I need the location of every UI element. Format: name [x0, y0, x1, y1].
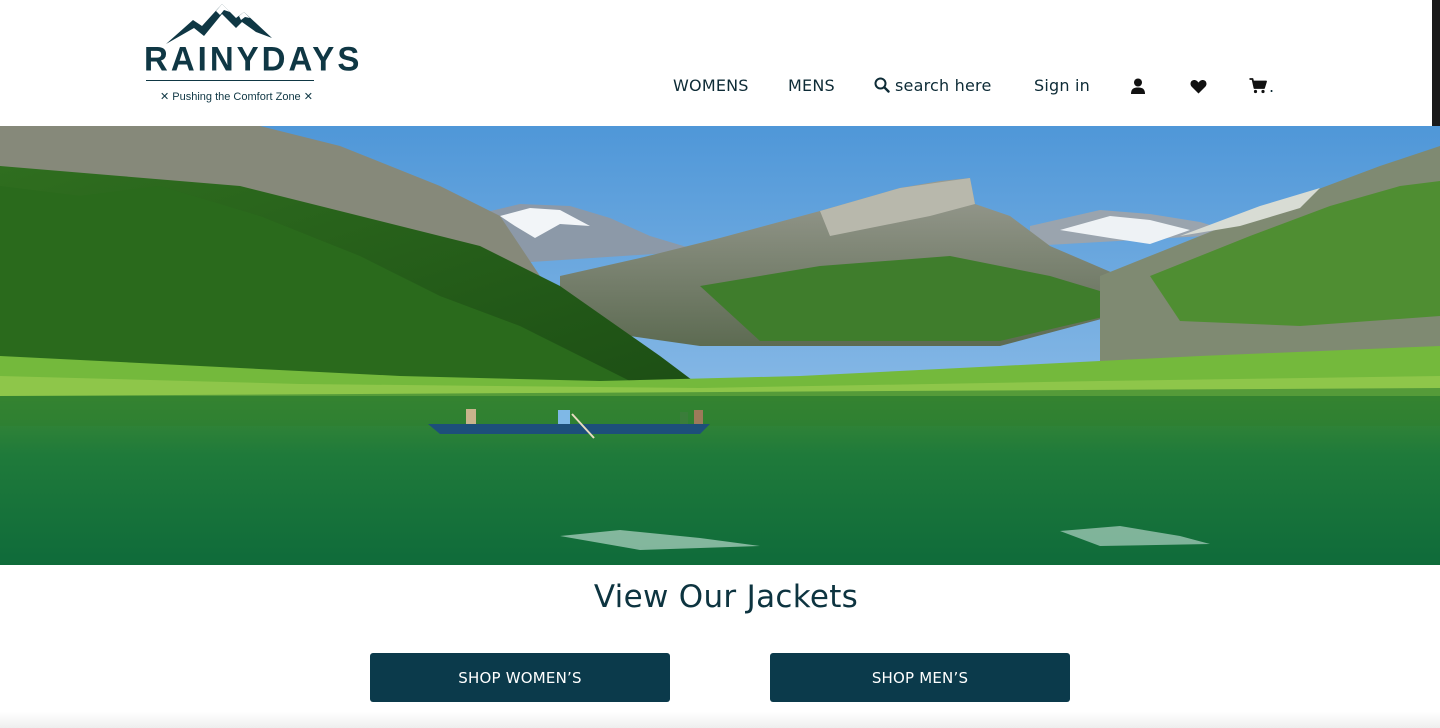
cart-icon: [1249, 78, 1267, 94]
brand-name: RAINYDAYS: [144, 39, 363, 78]
hero-image: [0, 126, 1440, 565]
heart-icon: [1190, 79, 1206, 93]
shop-womens-button[interactable]: SHOP WOMEN’S: [370, 653, 670, 702]
mountain-lake-image: [0, 126, 1440, 565]
wishlist-button[interactable]: [1188, 76, 1208, 96]
page-bottom-fade: [0, 712, 1440, 728]
section-title: View Our Jackets: [593, 579, 859, 615]
nav-link-womens[interactable]: WOMENS: [673, 76, 749, 96]
site-header: RAINYDAYS ✕ Pushing the Comfort Zone ✕ W…: [0, 0, 1440, 126]
sign-in-link[interactable]: Sign in: [1034, 76, 1090, 96]
window-edge: [1432, 0, 1440, 126]
account-button[interactable]: [1128, 76, 1148, 96]
logo-divider: [146, 80, 314, 81]
search-field[interactable]: search here: [874, 76, 992, 96]
search-icon: [874, 77, 890, 93]
nav-link-mens[interactable]: MENS: [788, 76, 835, 96]
shop-mens-button[interactable]: SHOP MEN’S: [770, 653, 1070, 702]
brand-tagline: ✕ Pushing the Comfort Zone ✕: [160, 91, 313, 103]
cart-count: .: [1269, 76, 1275, 96]
search-placeholder: search here: [895, 76, 992, 95]
brand-logo[interactable]: RAINYDAYS ✕ Pushing the Comfort Zone ✕: [138, 2, 359, 106]
cart-button[interactable]: .: [1249, 76, 1281, 96]
user-icon: [1131, 78, 1145, 94]
